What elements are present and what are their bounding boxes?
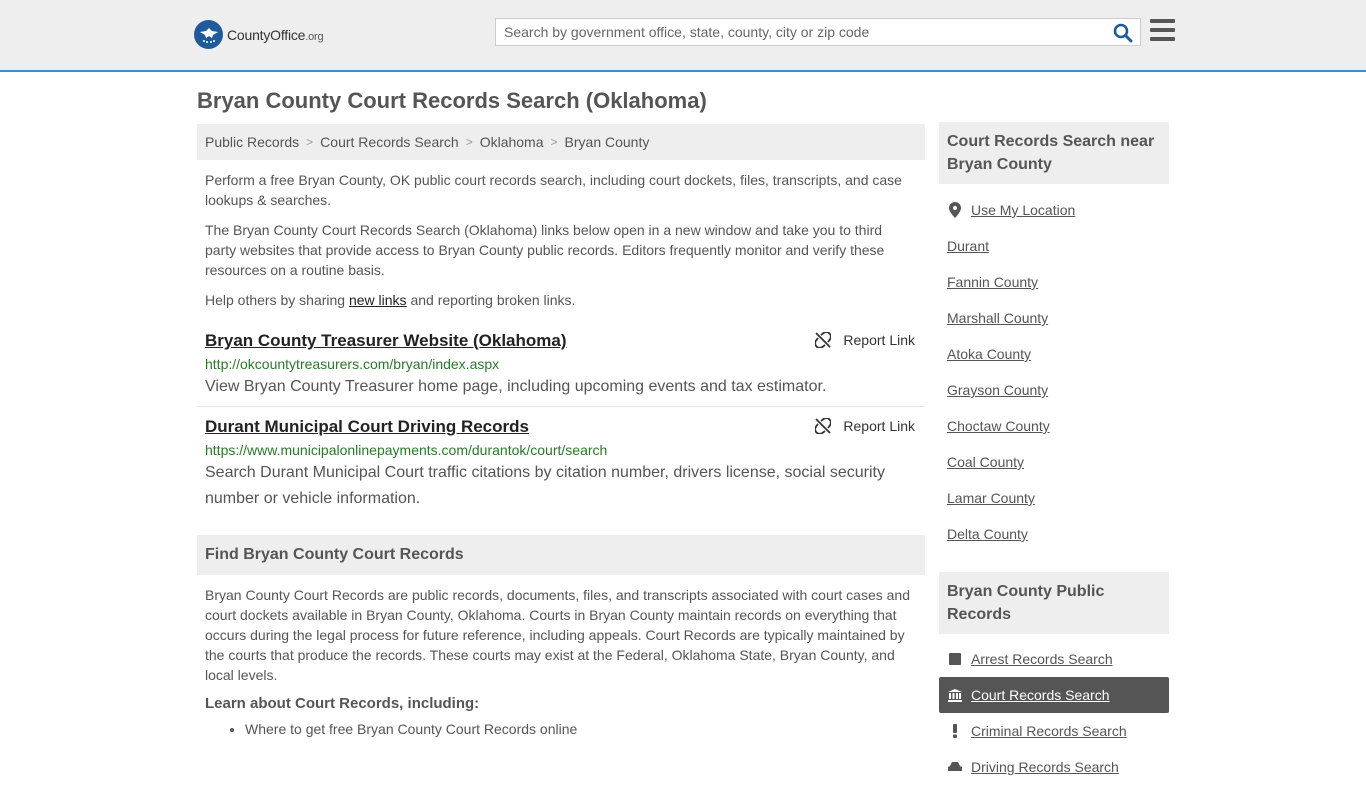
- sidebar-item-choctaw-county[interactable]: Choctaw County: [939, 408, 1169, 444]
- result-title-link[interactable]: Durant Municipal Court Driving Records: [205, 417, 529, 436]
- intro-paragraph-1: Perform a free Bryan County, OK public c…: [205, 172, 902, 208]
- result-title-link[interactable]: Bryan County Treasurer Website (Oklahoma…: [205, 331, 567, 350]
- sidebar-item-court-records[interactable]: Court Records Search: [939, 677, 1169, 713]
- public-records-list: Arrest Records Search Court Records Sear…: [939, 641, 1169, 785]
- car-icon: [947, 761, 963, 773]
- sidebar-public-records-title: Bryan County Public Records: [939, 572, 1169, 634]
- breadcrumb-separator: >: [550, 135, 558, 149]
- exclamation-icon: [947, 724, 963, 738]
- sidebar-item-fannin-county[interactable]: Fannin County: [939, 264, 1169, 300]
- hamburger-menu-icon[interactable]: [1150, 19, 1175, 41]
- intro-paragraph-2: The Bryan County Court Records Search (O…: [205, 222, 885, 278]
- logo-eagle-icon: [194, 20, 223, 49]
- find-section-title: Find Bryan County Court Records: [197, 535, 925, 575]
- sidebar-near-title: Court Records Search near Bryan County: [939, 122, 1169, 184]
- page-title: Bryan County Court Records Search (Oklah…: [197, 88, 707, 113]
- sidebar-item-driving-records[interactable]: Driving Records Search: [939, 749, 1169, 785]
- result-description: View Bryan County Treasurer home page, i…: [205, 378, 827, 395]
- breadcrumb-oklahoma[interactable]: Oklahoma: [480, 134, 544, 150]
- sidebar-item-durant[interactable]: Durant: [939, 228, 1169, 264]
- sidebar-item-grayson-county[interactable]: Grayson County: [939, 372, 1169, 408]
- nearby-list: Use My Location Durant Fannin County Mar…: [939, 192, 1169, 552]
- breadcrumb-court-records-search[interactable]: Court Records Search: [320, 134, 459, 150]
- result-item: Durant Municipal Court Driving Records R…: [197, 417, 925, 527]
- logo-text: CountyOffice.org: [227, 26, 324, 43]
- result-item: Bryan County Treasurer Website (Oklahoma…: [197, 331, 925, 407]
- result-description: Search Durant Municipal Court traffic ci…: [205, 464, 885, 507]
- sidebar-item-lamar-county[interactable]: Lamar County: [939, 480, 1169, 516]
- sidebar-item-delta-county[interactable]: Delta County: [939, 516, 1169, 552]
- sidebar: Court Records Search near Bryan County U…: [939, 122, 1169, 785]
- broken-link-icon: [815, 332, 832, 348]
- square-icon: [947, 653, 963, 665]
- courthouse-icon: [947, 688, 963, 702]
- site-header: CountyOffice.org: [0, 0, 1366, 72]
- sidebar-item-arrest-records[interactable]: Arrest Records Search: [939, 641, 1169, 677]
- site-logo[interactable]: CountyOffice.org: [194, 20, 324, 49]
- broken-link-icon: [815, 418, 832, 434]
- intro-text: Perform a free Bryan County, OK public c…: [197, 170, 925, 310]
- learn-list: Where to get free Bryan County Court Rec…: [197, 721, 925, 737]
- sidebar-item-marshall-county[interactable]: Marshall County: [939, 300, 1169, 336]
- sidebar-item-atoka-county[interactable]: Atoka County: [939, 336, 1169, 372]
- sidebar-item-coal-county[interactable]: Coal County: [939, 444, 1169, 480]
- find-section-body: Bryan County Court Records are public re…: [205, 587, 910, 683]
- new-links-link[interactable]: new links: [349, 292, 407, 308]
- intro-paragraph-3: Help others by sharing new links and rep…: [205, 292, 576, 308]
- breadcrumb-separator: >: [306, 135, 314, 149]
- use-my-location-item[interactable]: Use My Location: [939, 192, 1169, 228]
- breadcrumb-public-records[interactable]: Public Records: [205, 134, 299, 150]
- breadcrumb-bryan-county[interactable]: Bryan County: [565, 134, 650, 150]
- search-input[interactable]: [496, 19, 1106, 45]
- search-box: [495, 18, 1141, 46]
- learn-heading: Learn about Court Records, including:: [205, 695, 480, 712]
- result-url: http://okcountytreasurers.com/bryan/inde…: [205, 356, 500, 372]
- report-link-button[interactable]: Report Link: [815, 418, 915, 434]
- breadcrumb: Public Records > Court Records Search > …: [197, 124, 925, 160]
- sidebar-item-criminal-records[interactable]: Criminal Records Search: [939, 713, 1169, 749]
- map-pin-icon: [947, 202, 963, 218]
- result-url: https://www.municipalonlinepayments.com/…: [205, 442, 608, 458]
- list-item: Where to get free Bryan County Court Rec…: [245, 721, 925, 737]
- breadcrumb-separator: >: [465, 135, 473, 149]
- report-link-button[interactable]: Report Link: [815, 332, 915, 348]
- main-content: Public Records > Court Records Search > …: [197, 124, 925, 737]
- search-icon[interactable]: [1112, 22, 1134, 44]
- use-my-location-link[interactable]: Use My Location: [971, 202, 1075, 218]
